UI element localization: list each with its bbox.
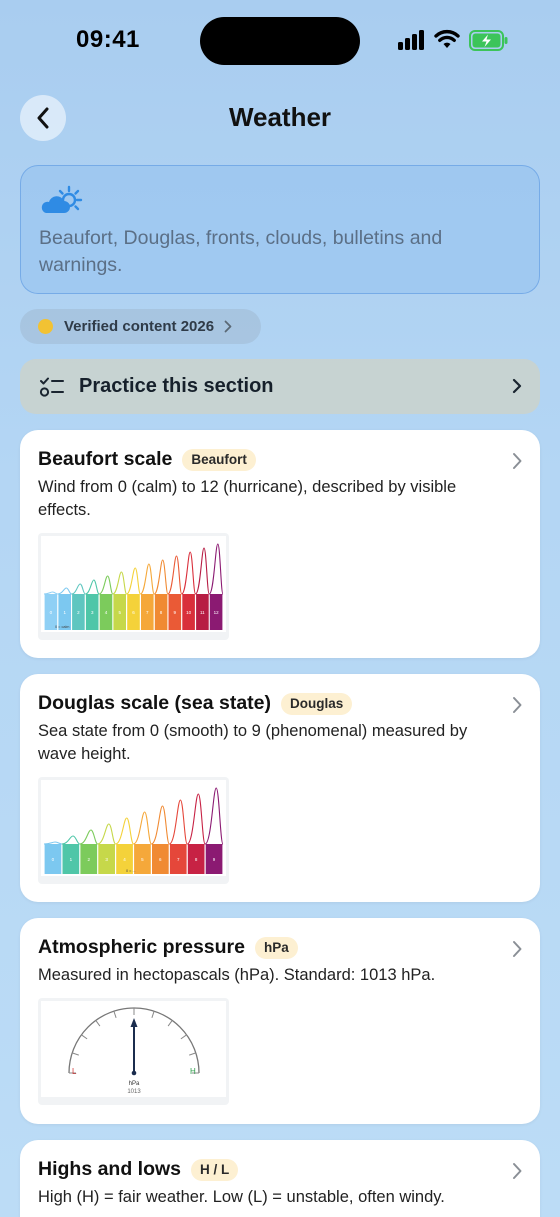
scale-caption: 0 = calm xyxy=(55,625,69,629)
gauge-tick xyxy=(151,1011,155,1018)
card-badge: H / L xyxy=(191,1158,239,1181)
practice-section-button[interactable]: Practice this section xyxy=(20,359,540,414)
page-title: Weather xyxy=(228,102,332,132)
pressure-gauge-thumbnail: L H hPa 1013 xyxy=(38,998,229,1105)
status-time: 09:41 xyxy=(76,26,140,53)
card-title: Beaufort scale xyxy=(38,448,173,470)
scale-wave-segment xyxy=(168,799,188,845)
topic-card-douglas[interactable]: Douglas scale (sea state) Douglas Sea st… xyxy=(20,674,540,902)
scale-wave-segment xyxy=(153,559,169,595)
scale-wave-segment xyxy=(43,591,58,595)
cellular-signal-icon xyxy=(398,30,426,50)
card-title: Atmospheric pressure xyxy=(38,936,245,958)
section-description-text: Beaufort, Douglas, fronts, clouds, bulle… xyxy=(39,227,443,276)
scale-level-label: 12 xyxy=(214,610,220,615)
scale-wave-segment xyxy=(43,841,62,845)
cloud-sun-icon xyxy=(41,185,83,213)
scale-caption: 0 = ... xyxy=(126,869,136,873)
scale-wave-segment xyxy=(71,583,86,595)
gauge-high-label: H xyxy=(190,1067,196,1076)
scale-wave-segment xyxy=(112,571,128,595)
gauge-tick xyxy=(189,1052,196,1056)
verified-badge-icon xyxy=(38,319,53,334)
card-badge: hPa xyxy=(255,936,298,959)
chevron-right-icon xyxy=(513,1163,522,1179)
gauge-tick xyxy=(180,1034,187,1040)
battery-charging-icon xyxy=(469,30,508,51)
chevron-right-icon xyxy=(513,941,522,957)
scale-wave-segment xyxy=(181,551,197,595)
card-description: Measured in hectopascals (hPa). Standard… xyxy=(38,966,436,984)
verified-content-pill[interactable]: Verified content 2026 xyxy=(20,309,261,344)
pressure-gauge: L H hPa 1013 xyxy=(68,1007,200,1095)
scale-wave-segment xyxy=(85,579,100,595)
scale-wave-segment xyxy=(98,575,114,595)
card-description: Sea state from 0 (smooth) to 9 (phenomen… xyxy=(38,722,468,763)
scale-wave-segment xyxy=(208,543,224,595)
gauge-unit-label: hPa xyxy=(129,1081,140,1087)
gauge-tick xyxy=(113,1011,117,1018)
gauge-tick xyxy=(95,1020,101,1027)
scale-wave-segment xyxy=(79,829,98,845)
scale-wave-segment xyxy=(204,787,224,845)
card-badge: Douglas xyxy=(281,692,353,715)
wifi-icon xyxy=(434,29,460,48)
beaufort-scale-thumbnail: 0 1 2 3 4 5 6 7 8 9 10 11 12 0 = calm xyxy=(38,533,229,640)
scale-wave-segment xyxy=(126,567,141,595)
scale-wave-segment xyxy=(133,811,152,845)
dynamic-island xyxy=(200,17,360,65)
card-description: High (H) = fair weather. Low (L) = unsta… xyxy=(38,1188,445,1206)
scale-wave-segment xyxy=(61,835,80,845)
card-title: Highs and lows xyxy=(38,1158,182,1180)
douglas-scale-thumbnail: 01234567890 = ... xyxy=(38,777,229,884)
topic-card-pressure[interactable]: Atmospheric pressure hPa Measured in hec… xyxy=(20,918,540,1124)
section-description: Beaufort, Douglas, fronts, clouds, bulle… xyxy=(20,165,540,294)
scale-wave-segment xyxy=(150,805,170,845)
scale-wave-segment xyxy=(97,823,117,845)
gauge-low-label: L xyxy=(72,1067,77,1076)
scale-wave-segment xyxy=(139,563,155,595)
scale-wave-segment xyxy=(194,547,210,595)
scale-wave-segment xyxy=(167,555,183,595)
chevron-right-icon xyxy=(224,320,232,333)
chevron-right-icon xyxy=(513,697,522,713)
gauge-tick xyxy=(167,1020,173,1027)
scale-level-label: 10 xyxy=(186,610,192,615)
status-bar: 09:41 xyxy=(0,0,560,80)
card-title: Douglas scale (sea state) xyxy=(38,692,272,714)
practice-label: Practice this section xyxy=(79,375,274,397)
chevron-right-icon xyxy=(513,453,522,469)
card-badge: Beaufort xyxy=(182,448,256,471)
gauge-tick xyxy=(81,1034,88,1040)
checklist-icon xyxy=(39,377,64,397)
topic-card-highs-lows[interactable]: Highs and lows H / L High (H) = fair wea… xyxy=(20,1140,540,1217)
gauge-tick xyxy=(72,1052,79,1056)
scale-level-label: 11 xyxy=(200,610,205,615)
verified-label: Verified content 2026 xyxy=(64,318,215,335)
topic-card-beaufort[interactable]: Beaufort scale Beaufort Wind from 0 (cal… xyxy=(20,430,540,658)
chevron-right-icon xyxy=(512,378,522,394)
scale-wave-segment xyxy=(115,817,135,845)
scale-wave-segment xyxy=(57,587,72,595)
gauge-value-label: 1013 xyxy=(127,1089,141,1095)
scale-wave-segment xyxy=(186,793,206,845)
card-description: Wind from 0 (calm) to 12 (hurricane), de… xyxy=(38,478,457,519)
